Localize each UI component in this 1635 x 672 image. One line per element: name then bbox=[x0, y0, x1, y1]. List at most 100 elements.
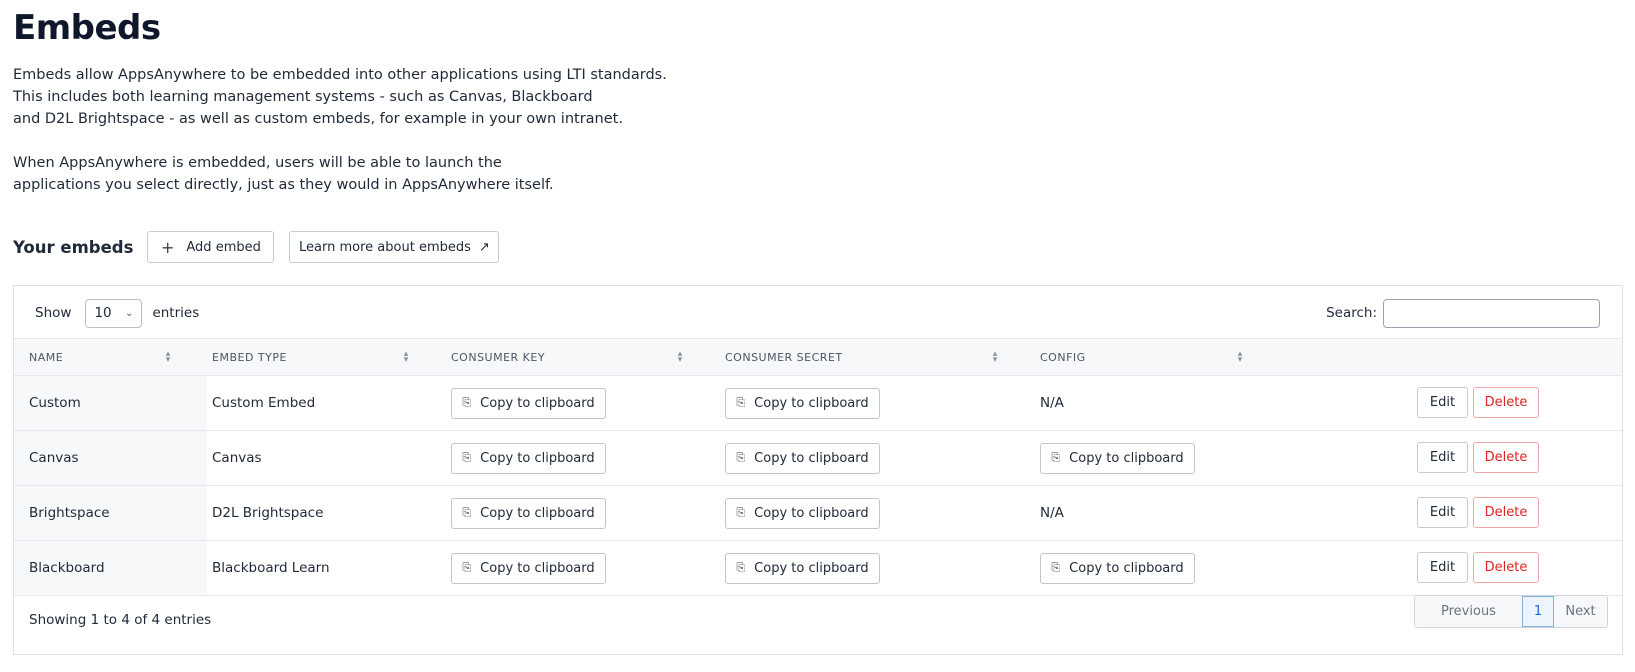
clipboard-icon: ⎘ bbox=[1051, 451, 1061, 464]
external-link-icon: ↗ bbox=[478, 239, 490, 255]
table-row: Custom Custom Embed ⎘ Copy to clipboard ⎘… bbox=[14, 376, 1622, 431]
copy-consumer-secret-button[interactable]: ⎘ Copy to clipboard bbox=[725, 387, 880, 419]
search-control: Search: bbox=[1326, 298, 1600, 328]
edit-button[interactable]: Edit bbox=[1417, 552, 1468, 583]
cell-consumer-secret: ⎘ Copy to clipboard bbox=[725, 431, 880, 485]
cell-config: N/A bbox=[1040, 395, 1064, 411]
pagination: Previous 1 Next bbox=[1414, 595, 1608, 628]
cell-consumer-key: ⎘ Copy to clipboard bbox=[451, 376, 606, 430]
column-header-config[interactable]: CONFIG bbox=[1040, 339, 1086, 376]
delete-button[interactable]: Delete bbox=[1473, 442, 1539, 473]
page-length-control: Show 10 ⌄ entries bbox=[35, 298, 199, 328]
clipboard-icon: ⎘ bbox=[736, 506, 746, 519]
add-embed-button[interactable]: + Add embed bbox=[147, 231, 275, 263]
copy-consumer-key-button[interactable]: ⎘ Copy to clipboard bbox=[451, 552, 606, 584]
cell-config: ⎘ Copy to clipboard bbox=[1040, 541, 1195, 595]
column-header-consumer-key[interactable]: CONSUMER KEY bbox=[451, 339, 545, 376]
column-header-embed-type[interactable]: EMBED TYPE bbox=[212, 339, 287, 376]
cell-embed-type: D2L Brightspace bbox=[212, 505, 324, 521]
plus-icon: + bbox=[160, 237, 175, 257]
clipboard-icon: ⎘ bbox=[736, 451, 746, 464]
cell-consumer-key: ⎘ Copy to clipboard bbox=[451, 431, 606, 485]
intro-text: Embeds allow AppsAnywhere to be embedded… bbox=[13, 64, 667, 196]
copy-label: Copy to clipboard bbox=[480, 450, 595, 466]
copy-label: Copy to clipboard bbox=[1069, 450, 1184, 466]
intro-line: This includes both learning management s… bbox=[13, 89, 593, 105]
copy-config-button[interactable]: ⎘ Copy to clipboard bbox=[1040, 442, 1195, 474]
entries-label: entries bbox=[152, 305, 200, 321]
copy-label: Copy to clipboard bbox=[754, 560, 869, 576]
learn-more-button[interactable]: Learn more about embeds ↗ bbox=[289, 231, 500, 263]
edit-button[interactable]: Edit bbox=[1417, 497, 1468, 528]
page-title: Embeds bbox=[13, 8, 161, 48]
sort-icon[interactable]: ▴ ▾ bbox=[402, 350, 410, 365]
copy-consumer-key-button[interactable]: ⎘ Copy to clipboard bbox=[451, 497, 606, 529]
edit-button[interactable]: Edit bbox=[1417, 387, 1468, 418]
table-row: Blackboard Blackboard Learn ⎘ Copy to cli… bbox=[14, 541, 1622, 596]
copy-label: Copy to clipboard bbox=[480, 395, 595, 411]
delete-button[interactable]: Delete bbox=[1473, 497, 1539, 528]
cell-name: Canvas bbox=[14, 431, 207, 485]
next-page-button[interactable]: Next bbox=[1554, 596, 1607, 627]
sort-icon[interactable]: ▴ ▾ bbox=[1236, 350, 1244, 365]
search-label: Search: bbox=[1326, 305, 1377, 321]
cell-name: Custom bbox=[14, 376, 207, 430]
copy-consumer-key-button[interactable]: ⎘ Copy to clipboard bbox=[451, 387, 606, 419]
copy-label: Copy to clipboard bbox=[754, 505, 869, 521]
add-embed-label: Add embed bbox=[186, 239, 261, 255]
column-header-name[interactable]: NAME bbox=[29, 339, 63, 376]
embeds-table-panel: Show 10 ⌄ entries Search: NAME ▴ ▾ EMBED … bbox=[13, 285, 1623, 655]
clipboard-icon: ⎘ bbox=[736, 396, 746, 409]
clipboard-icon: ⎘ bbox=[462, 451, 472, 464]
learn-more-label: Learn more about embeds bbox=[299, 239, 471, 255]
sort-icon[interactable]: ▴ ▾ bbox=[164, 350, 172, 365]
intro-line: and D2L Brightspace - as well as custom … bbox=[13, 111, 623, 127]
table-info: Showing 1 to 4 of 4 entries bbox=[29, 612, 212, 628]
cell-consumer-secret: ⎘ Copy to clipboard bbox=[725, 541, 880, 595]
table-row: Brightspace D2L Brightspace ⎘ Copy to cli… bbox=[14, 486, 1622, 541]
cell-consumer-key: ⎘ Copy to clipboard bbox=[451, 486, 606, 540]
entries-select[interactable]: 10 ⌄ bbox=[85, 298, 143, 328]
copy-label: Copy to clipboard bbox=[480, 560, 595, 576]
table-row: Canvas Canvas ⎘ Copy to clipboard ⎘ Copy t… bbox=[14, 431, 1622, 486]
copy-consumer-secret-button[interactable]: ⎘ Copy to clipboard bbox=[725, 497, 880, 529]
clipboard-icon: ⎘ bbox=[462, 396, 472, 409]
copy-config-button[interactable]: ⎘ Copy to clipboard bbox=[1040, 552, 1195, 584]
intro-line: Embeds allow AppsAnywhere to be embedded… bbox=[13, 67, 667, 83]
page-1-button[interactable]: 1 bbox=[1522, 596, 1554, 627]
cell-embed-type: Custom Embed bbox=[212, 395, 316, 411]
copy-consumer-secret-button[interactable]: ⎘ Copy to clipboard bbox=[725, 552, 880, 584]
cell-name: Brightspace bbox=[14, 486, 207, 540]
cell-consumer-secret: ⎘ Copy to clipboard bbox=[725, 376, 880, 430]
intro-line: When AppsAnywhere is embedded, users wil… bbox=[13, 155, 502, 171]
embeds-toolbar: Your embeds + Add embed Learn more about… bbox=[13, 231, 500, 263]
column-header-consumer-secret[interactable]: CONSUMER SECRET bbox=[725, 339, 843, 376]
cell-consumer-secret: ⎘ Copy to clipboard bbox=[725, 486, 880, 540]
delete-button[interactable]: Delete bbox=[1473, 552, 1539, 583]
chevron-down-icon: ⌄ bbox=[125, 307, 134, 319]
search-input[interactable] bbox=[1383, 298, 1600, 328]
clipboard-icon: ⎘ bbox=[736, 561, 746, 574]
copy-label: Copy to clipboard bbox=[754, 395, 869, 411]
copy-label: Copy to clipboard bbox=[754, 450, 869, 466]
section-title: Your embeds bbox=[13, 237, 134, 257]
cell-name: Blackboard bbox=[14, 541, 207, 595]
previous-page-button[interactable]: Previous bbox=[1415, 596, 1522, 627]
copy-label: Copy to clipboard bbox=[480, 505, 595, 521]
copy-label: Copy to clipboard bbox=[1069, 560, 1184, 576]
cell-embed-type: Canvas bbox=[212, 450, 262, 466]
intro-line: applications you select directly, just a… bbox=[13, 177, 554, 193]
copy-consumer-key-button[interactable]: ⎘ Copy to clipboard bbox=[451, 442, 606, 474]
cell-config: N/A bbox=[1040, 505, 1064, 521]
cell-config: ⎘ Copy to clipboard bbox=[1040, 431, 1195, 485]
delete-button[interactable]: Delete bbox=[1473, 387, 1539, 418]
sort-icon[interactable]: ▴ ▾ bbox=[991, 350, 999, 365]
clipboard-icon: ⎘ bbox=[462, 506, 472, 519]
show-label: Show bbox=[35, 305, 72, 321]
sort-icon[interactable]: ▴ ▾ bbox=[676, 350, 684, 365]
cell-embed-type: Blackboard Learn bbox=[212, 560, 330, 576]
clipboard-icon: ⎘ bbox=[462, 561, 472, 574]
table-header: NAME ▴ ▾ EMBED TYPE ▴ ▾ CONSUMER KEY ▴ ▾ CO… bbox=[14, 338, 1622, 376]
copy-consumer-secret-button[interactable]: ⎘ Copy to clipboard bbox=[725, 442, 880, 474]
edit-button[interactable]: Edit bbox=[1417, 442, 1468, 473]
